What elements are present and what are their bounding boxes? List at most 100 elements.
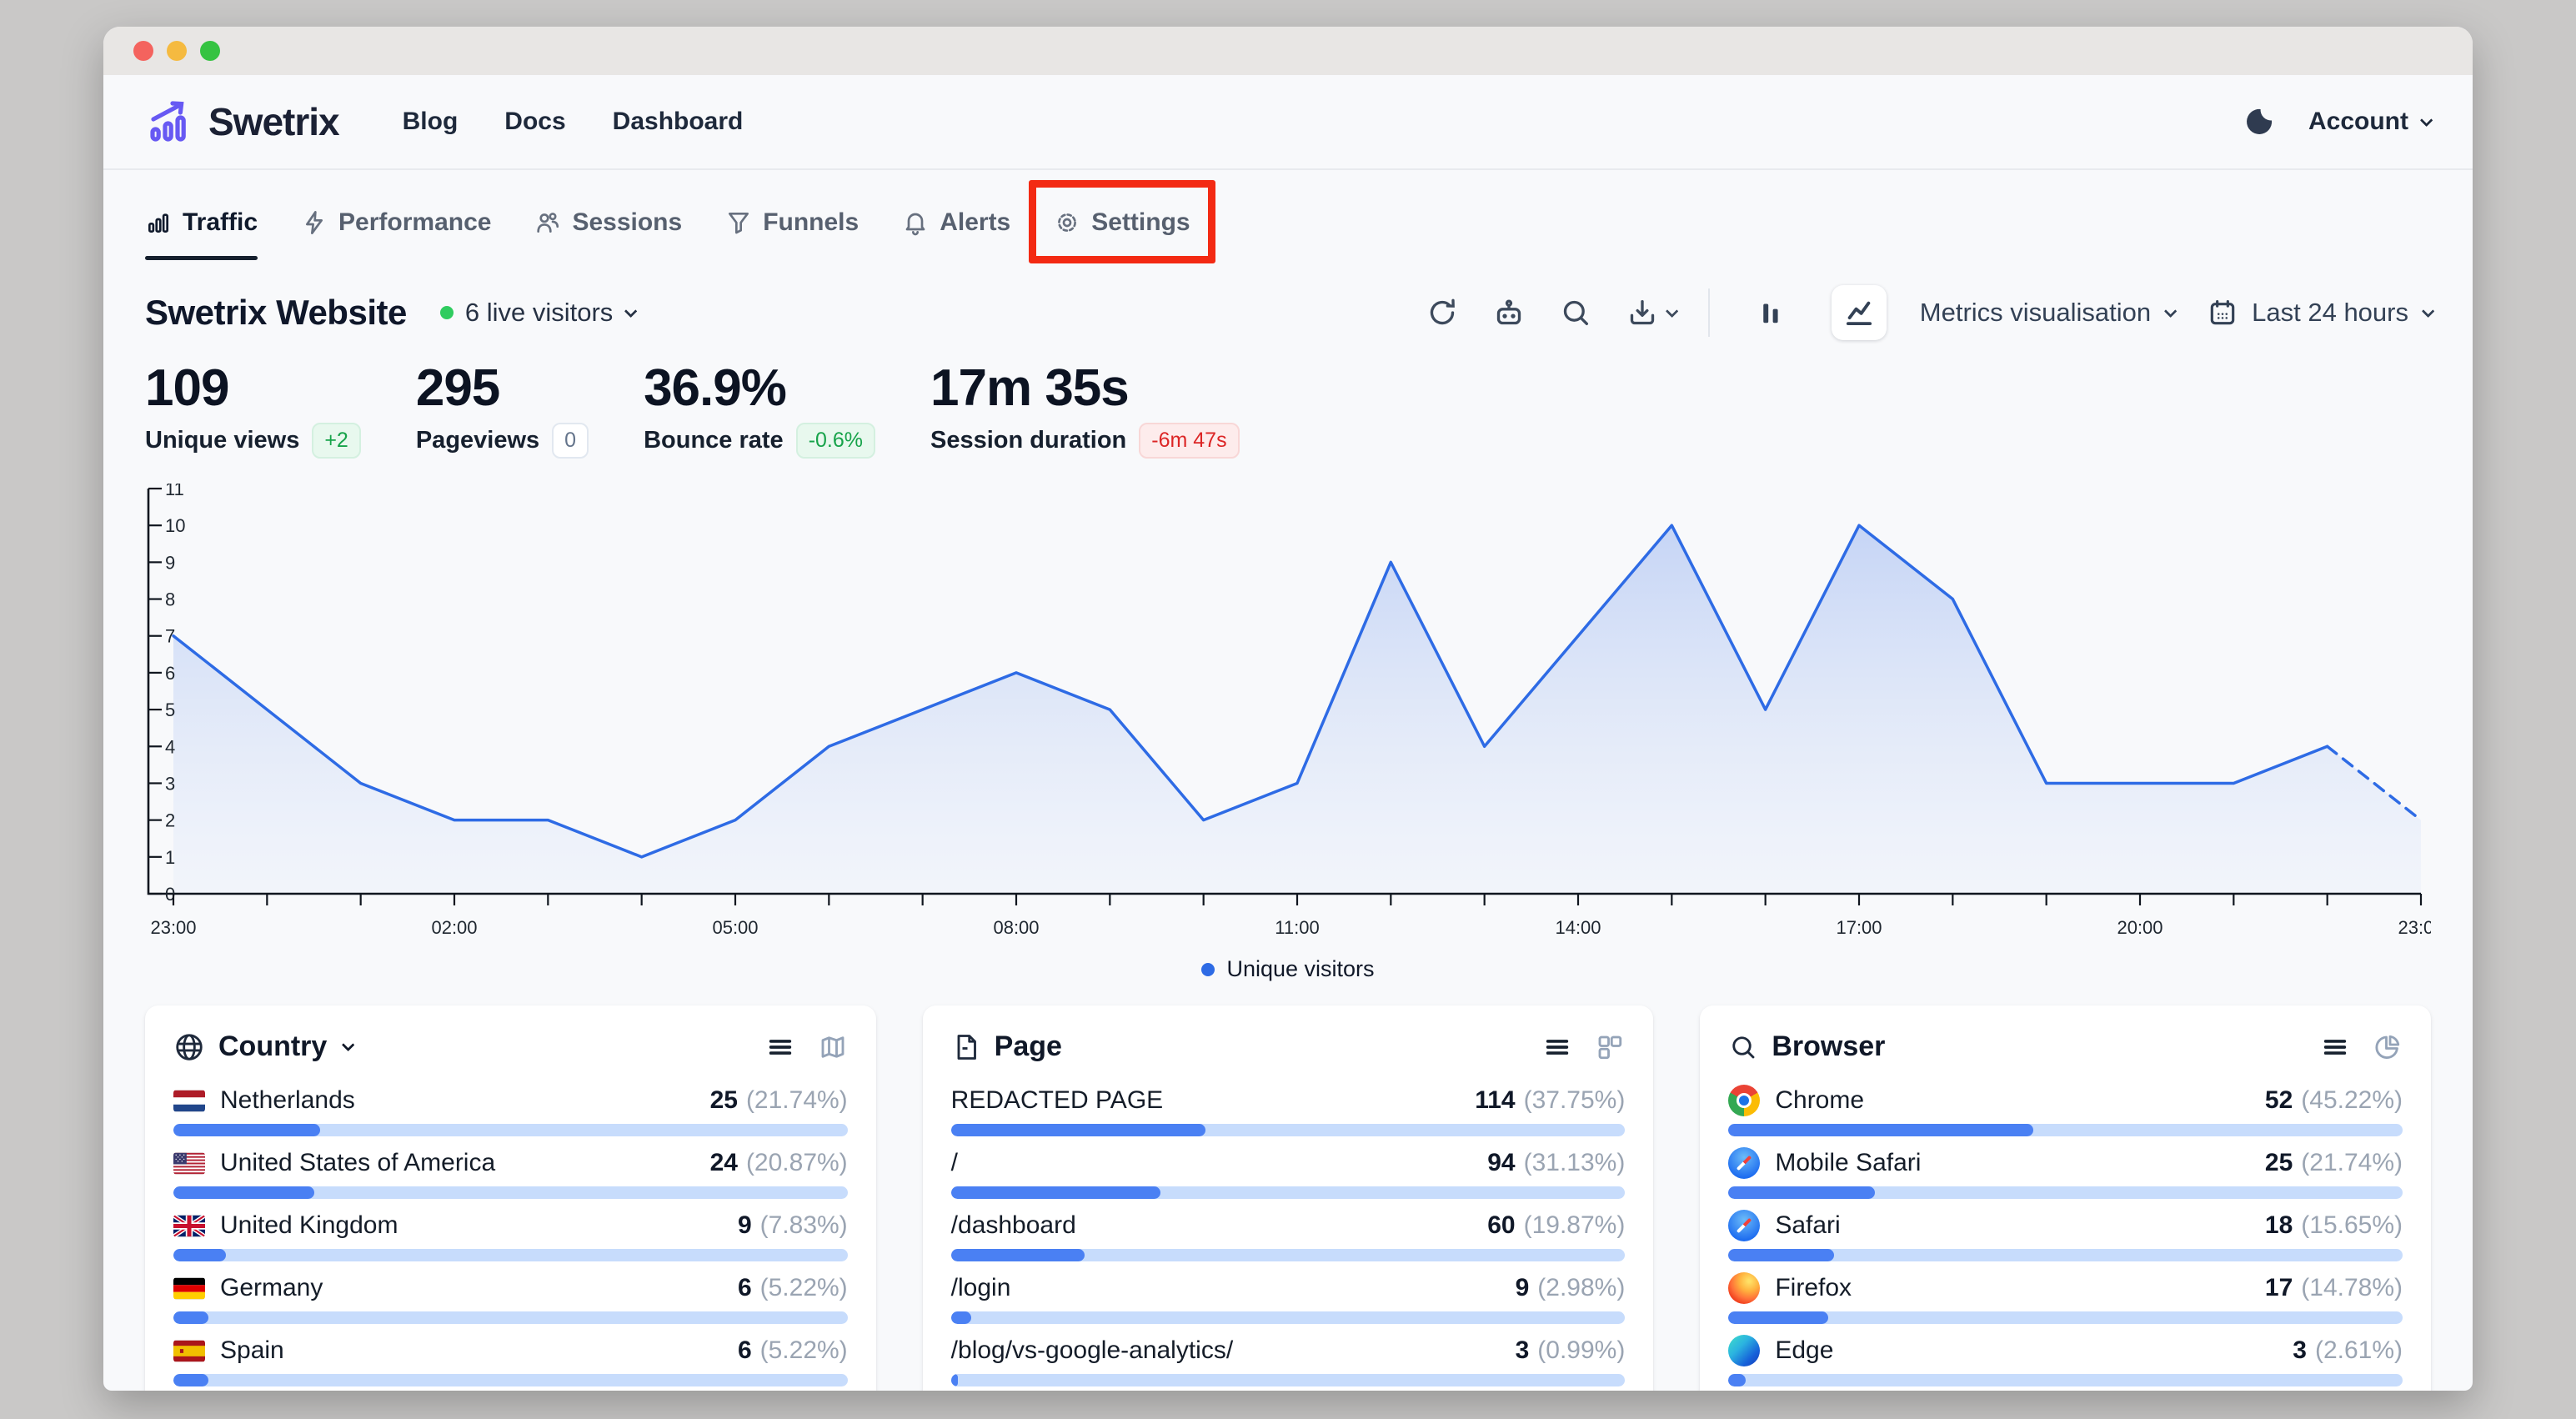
bot-icon [1492,296,1526,329]
row-value: 9 [1516,1274,1530,1302]
svg-text:10: 10 [165,515,185,536]
chevron-down-icon[interactable] [342,1039,355,1052]
line-chart-view-button[interactable] [1832,285,1887,340]
tab-traffic[interactable]: Traffic [145,208,258,242]
progress-bar [951,1374,1626,1386]
tab-label: Funnels [763,208,859,237]
close-button[interactable] [133,41,153,61]
pie-chart-icon[interactable] [2373,1032,2403,1062]
metrics-visualisation-dropdown[interactable]: Metrics visualisation [1920,298,2173,328]
table-row[interactable]: /dashboard 60(19.87%) [951,1208,1626,1261]
gear-icon [1054,209,1080,236]
stat-label: Session duration [930,427,1126,454]
tab-alerts[interactable]: Alerts [902,208,1010,242]
tab-settings[interactable]: Settings [1054,208,1190,242]
table-row[interactable]: Edge 3(2.61%) [1728,1333,2403,1386]
nav-link-dashboard[interactable]: Dashboard [613,108,744,136]
map-icon[interactable] [818,1032,848,1062]
chrome-icon [1728,1085,1760,1116]
row-value: 3 [2293,1336,2307,1365]
row-percent: (2.61%) [2315,1336,2403,1365]
chevron-down-icon [2420,113,2433,127]
row-percent: (7.83%) [760,1211,848,1240]
chevron-down-icon [624,304,638,318]
row-name: Spain [220,1336,284,1365]
swetrix-logo[interactable]: Swetrix [147,98,339,146]
list-view-icon[interactable] [766,1033,794,1061]
stat-label: Unique views [145,427,299,454]
search-button[interactable] [1559,296,1592,329]
list-view-icon[interactable] [1543,1033,1571,1061]
row-value: 3 [1516,1336,1530,1365]
row-name: / [951,1149,958,1177]
stat-pageviews[interactable]: 295 Pageviews 0 [416,359,589,459]
table-row[interactable]: / 94(31.13%) [951,1146,1626,1199]
export-button[interactable] [1626,296,1675,329]
row-name: /login [951,1274,1011,1302]
grid-view-icon[interactable] [1595,1032,1625,1062]
flag-spain-icon [173,1340,205,1362]
row-name: REDACTED PAGE [951,1086,1164,1115]
minimize-button[interactable] [167,41,187,61]
svg-text:9: 9 [165,553,175,574]
zoom-button[interactable] [200,41,220,61]
stat-session-duration[interactable]: 17m 35s Session duration -6m 47s [930,359,1240,459]
dark-mode-moon-icon[interactable] [2243,106,2275,138]
table-row[interactable]: Chrome 52(45.22%) [1728,1083,2403,1136]
row-percent: (5.22%) [760,1336,848,1365]
traffic-chart[interactable]: 0123456789101123:0002:0005:0008:0011:001… [145,484,2431,982]
ai-bot-button[interactable] [1492,296,1526,329]
row-percent: (20.87%) [746,1149,848,1177]
svg-text:1: 1 [165,847,175,868]
chart-legend[interactable]: Unique visitors [145,956,2431,982]
traffic-chart-svg: 0123456789101123:0002:0005:0008:0011:001… [145,484,2431,950]
tab-performance[interactable]: Performance [301,208,491,242]
svg-text:23:00: 23:00 [2398,917,2431,938]
nav-link-blog[interactable]: Blog [403,108,459,136]
calendar-icon [2207,297,2238,328]
mobile-safari-icon [1728,1147,1760,1179]
table-row[interactable]: Firefox 17(14.78%) [1728,1271,2403,1324]
account-menu[interactable]: Account [2308,108,2429,136]
progress-bar [951,1124,1626,1136]
table-row[interactable]: Spain 6 (5.22%) [173,1333,848,1386]
tab-label: Alerts [940,208,1010,237]
bar-chart-view-button[interactable] [1743,285,1798,340]
svg-text:14:00: 14:00 [1555,917,1601,938]
stat-unique-views[interactable]: 109 Unique views +2 [145,359,361,459]
flag-germany-icon [173,1277,205,1300]
row-value: 6 [738,1336,752,1365]
svg-text:05:00: 05:00 [712,917,758,938]
progress-bar [173,1311,848,1324]
row-name: Mobile Safari [1775,1149,1921,1177]
list-view-icon[interactable] [2321,1033,2349,1061]
stat-label: Bounce rate [644,427,784,454]
stat-change-badge: 0 [552,423,589,459]
table-row[interactable]: /login 9(2.98%) [951,1271,1626,1324]
stat-label: Pageviews [416,427,539,454]
tab-sessions[interactable]: Sessions [534,208,682,242]
table-row[interactable]: Germany 6(5.22%) [173,1271,848,1324]
chevron-down-icon [1666,304,1679,318]
live-visitors-dropdown[interactable]: 6 live visitors [440,298,634,328]
nav-link-docs[interactable]: Docs [504,108,565,136]
table-row[interactable]: Safari 18(15.65%) [1728,1208,2403,1261]
table-row[interactable]: /blog/vs-google-analytics/ 3(0.99%) [951,1333,1626,1386]
table-row[interactable]: Netherlands 25(21.74%) [173,1083,848,1136]
svg-text:5: 5 [165,699,175,720]
row-percent: (45.22%) [2301,1086,2403,1115]
svg-text:2: 2 [165,810,175,831]
table-row[interactable]: Mobile Safari 25(21.74%) [1728,1146,2403,1199]
summary-stats: 109 Unique views +2 295 Pageviews 0 36.9… [145,359,2431,459]
row-name: Germany [220,1274,323,1302]
stat-bounce-rate[interactable]: 36.9% Bounce rate -0.6% [644,359,875,459]
table-row[interactable]: REDACTED PAGE 114(37.75%) [951,1083,1626,1136]
refresh-button[interactable] [1426,296,1459,329]
nav-links: Blog Docs Dashboard [403,108,744,136]
tab-funnels[interactable]: Funnels [725,208,859,242]
date-range-dropdown[interactable]: Last 24 hours [2207,297,2431,328]
row-value: 52 [2265,1086,2293,1115]
table-row[interactable]: United Kingdom 9(7.83%) [173,1208,848,1261]
table-row[interactable]: United States of America 24(20.87%) [173,1146,848,1199]
safari-icon [1728,1210,1760,1241]
